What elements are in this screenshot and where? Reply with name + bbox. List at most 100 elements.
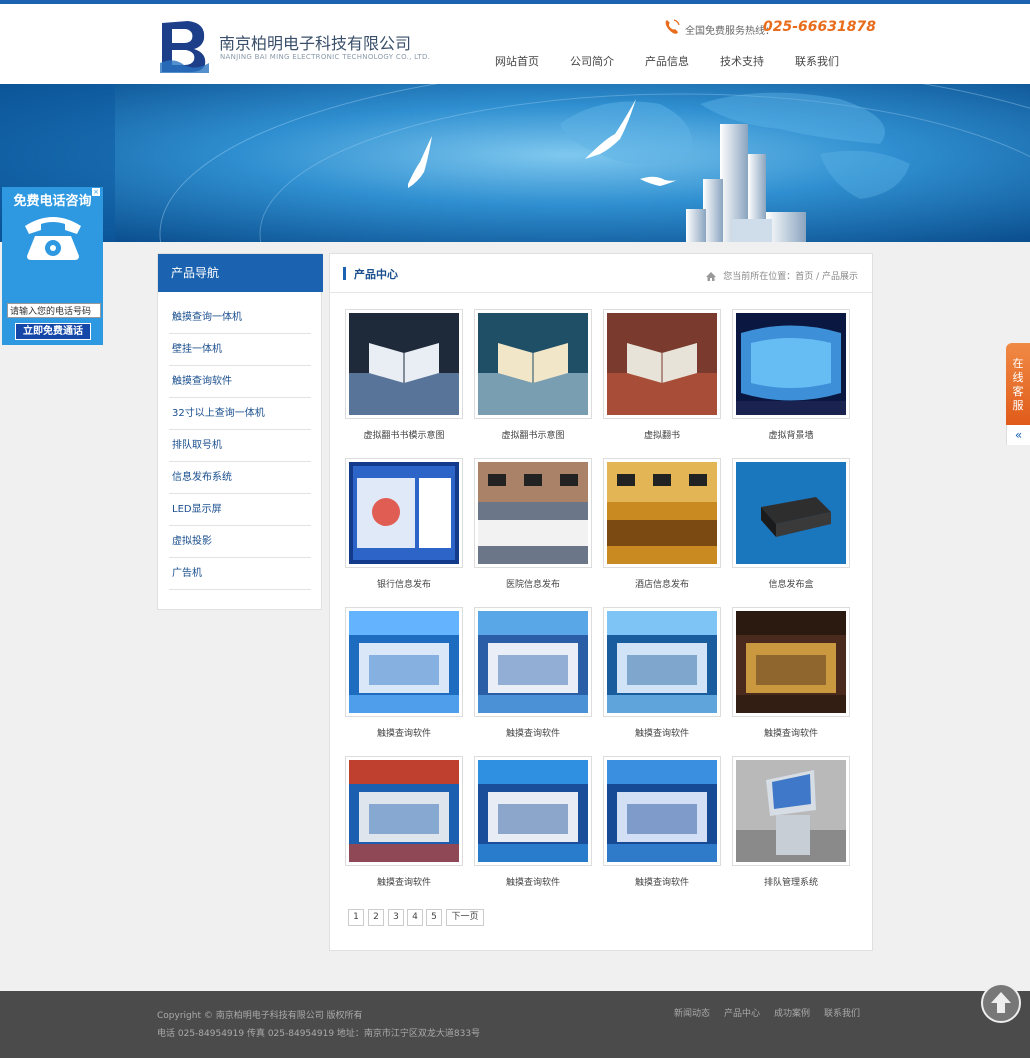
sidebar-item-info-release[interactable]: 信息发布系统 [169, 462, 311, 494]
product-thumbnail-frame[interactable] [732, 607, 850, 717]
close-icon[interactable]: × [92, 188, 100, 196]
product-item[interactable]: 触摸查询软件 [474, 756, 592, 896]
nav-products[interactable]: 产品信息 [645, 53, 689, 69]
nav-home[interactable]: 网站首页 [495, 53, 539, 69]
sidebar-item-projection[interactable]: 虚拟投影 [169, 526, 311, 558]
footer-link-news[interactable]: 新闻动态 [674, 1006, 710, 1019]
product-caption[interactable]: 虚拟翻书 [603, 428, 721, 441]
product-item[interactable]: 触摸查询软件 [603, 607, 721, 747]
sidebar-item-touch-kiosk[interactable]: 触摸查询一体机 [169, 302, 311, 334]
sidebar-item-touch-software[interactable]: 触摸查询软件 [169, 366, 311, 398]
product-thumbnail-frame[interactable] [732, 756, 850, 866]
product-thumbnail-frame[interactable] [603, 756, 721, 866]
product-item[interactable]: 虚拟翻书示意图 [474, 309, 592, 449]
content-title: 产品中心 [354, 268, 398, 281]
product-caption[interactable]: 触摸查询软件 [345, 875, 463, 888]
product-caption[interactable]: 银行信息发布 [345, 577, 463, 590]
footer-link-products[interactable]: 产品中心 [724, 1006, 760, 1019]
product-caption[interactable]: 触摸查询软件 [603, 875, 721, 888]
sidebar-item-ad-machine[interactable]: 广告机 [169, 558, 311, 590]
hotline-number: 025-66631878 [763, 19, 876, 35]
product-item[interactable]: 触摸查询软件 [603, 756, 721, 896]
product-item[interactable]: 触摸查询软件 [732, 607, 850, 747]
product-caption[interactable]: 医院信息发布 [474, 577, 592, 590]
software-screen-image [736, 611, 846, 713]
software-screen-image [478, 611, 588, 713]
collapse-arrow-icon[interactable]: « [1006, 425, 1030, 445]
product-item[interactable]: 虚拟翻书书模示意图 [345, 309, 463, 449]
product-item[interactable]: 触摸查询软件 [474, 607, 592, 747]
sidebar-item-led[interactable]: LED显示屏 [169, 494, 311, 526]
product-item[interactable]: 虚拟背景墙 [732, 309, 850, 449]
page-2[interactable]: 2 [368, 909, 384, 926]
product-thumbnail-frame[interactable] [603, 607, 721, 717]
sidebar-title: 产品导航 [158, 254, 323, 292]
page-1[interactable]: 1 [348, 909, 364, 926]
nav-about[interactable]: 公司简介 [570, 53, 614, 69]
site-footer: Copyright © 南京柏明电子科技有限公司 版权所有 电话 025-849… [0, 991, 1030, 1058]
product-thumbnail-frame[interactable] [345, 458, 463, 568]
product-caption[interactable]: 酒店信息发布 [603, 577, 721, 590]
product-thumbnail-frame[interactable] [732, 309, 850, 419]
product-thumbnail-frame[interactable] [474, 309, 592, 419]
next-page-button[interactable]: 下一页 [446, 909, 484, 926]
product-caption[interactable]: 虚拟翻书书模示意图 [345, 428, 463, 441]
footer-link-contact[interactable]: 联系我们 [824, 1006, 860, 1019]
phone-icon [665, 19, 680, 34]
product-thumbnail-frame[interactable] [474, 756, 592, 866]
product-item[interactable]: 医院信息发布 [474, 458, 592, 598]
product-caption[interactable]: 触摸查询软件 [474, 875, 592, 888]
product-caption[interactable]: 虚拟背景墙 [732, 428, 850, 441]
page-5[interactable]: 5 [426, 909, 442, 926]
product-thumbnail-frame[interactable] [474, 607, 592, 717]
product-item[interactable]: 触摸查询软件 [345, 607, 463, 747]
product-center: 产品中心 您当前所在位置：首页 / 产品展示 虚拟翻书书模示意图 虚拟翻书示意图虚… [329, 253, 873, 951]
virtual-book-stand-image [349, 313, 459, 415]
home-icon [706, 272, 717, 281]
product-caption[interactable]: 触摸查询软件 [603, 726, 721, 739]
product-item[interactable]: 触摸查询软件 [345, 756, 463, 896]
product-caption[interactable]: 排队管理系统 [732, 875, 850, 888]
nav-contact[interactable]: 联系我们 [795, 53, 839, 69]
sidebar-item-queue-machine[interactable]: 排队取号机 [169, 430, 311, 462]
company-name-en: NANJING BAI MING ELECTRONIC TECHNOLOGY C… [220, 53, 431, 61]
sidebar-item-wall-mounted[interactable]: 壁挂一体机 [169, 334, 311, 366]
page-4[interactable]: 4 [407, 909, 423, 926]
product-item[interactable]: 酒店信息发布 [603, 458, 721, 598]
nav-support[interactable]: 技术支持 [720, 53, 764, 69]
free-call-button[interactable]: 立即免费通话 [15, 323, 91, 340]
product-caption[interactable]: 触摸查询软件 [732, 726, 850, 739]
product-item[interactable]: 排队管理系统 [732, 756, 850, 896]
company-logo[interactable] [160, 19, 209, 73]
software-screen-image [607, 611, 717, 713]
contact-info: 电话 025-84954919 传真 025-84954919 地址：南京市江宁… [157, 1029, 481, 1039]
software-screen-image [607, 760, 717, 862]
product-caption[interactable]: 触摸查询软件 [474, 726, 592, 739]
product-thumbnail-frame[interactable] [603, 458, 721, 568]
product-item[interactable]: 虚拟翻书 [603, 309, 721, 449]
back-to-top-icon[interactable] [980, 982, 1022, 1024]
product-thumbnail-frame[interactable] [474, 458, 592, 568]
product-thumbnail-frame[interactable] [345, 756, 463, 866]
product-thumbnail-frame[interactable] [603, 309, 721, 419]
page-3[interactable]: 3 [388, 909, 404, 926]
product-item[interactable]: 信息发布盒 [732, 458, 850, 598]
title-accent [343, 267, 346, 280]
software-screen-image [478, 760, 588, 862]
free-call-title: 免费电话咨询 [13, 194, 92, 209]
company-name: 南京柏明电子科技有限公司 [219, 34, 412, 53]
online-service-tab[interactable]: 在线客服 « [1006, 343, 1030, 445]
product-item[interactable]: 银行信息发布 [345, 458, 463, 598]
product-thumbnail-frame[interactable] [345, 607, 463, 717]
footer-link-cases[interactable]: 成功案例 [774, 1006, 810, 1019]
product-caption[interactable]: 触摸查询软件 [345, 726, 463, 739]
product-thumbnail-frame[interactable] [345, 309, 463, 419]
content-header: 产品中心 您当前所在位置：首页 / 产品展示 [330, 254, 872, 293]
copyright: Copyright © 南京柏明电子科技有限公司 版权所有 [157, 1011, 363, 1021]
product-thumbnail-frame[interactable] [732, 458, 850, 568]
sidebar-item-large-kiosk[interactable]: 32寸以上查询一体机 [169, 398, 311, 430]
product-caption[interactable]: 虚拟翻书示意图 [474, 428, 592, 441]
phone-number-input[interactable] [7, 303, 101, 318]
site-header: 南京柏明电子科技有限公司 NANJING BAI MING ELECTRONIC… [0, 4, 1030, 84]
product-caption[interactable]: 信息发布盒 [732, 577, 850, 590]
